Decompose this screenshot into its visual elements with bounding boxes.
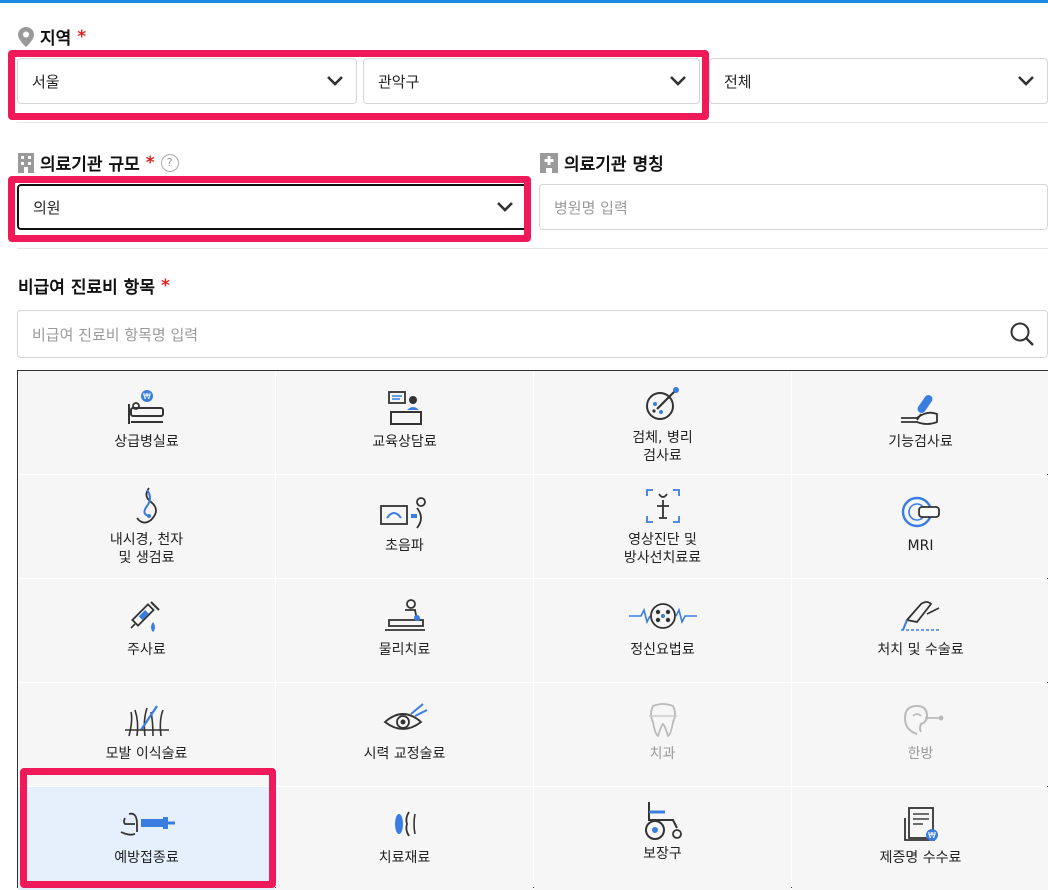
category-hair-transplant[interactable]: 모발 이식술료: [18, 683, 275, 786]
endoscopy-icon: [135, 487, 157, 524]
category-psychotherapy[interactable]: 정신요법료: [534, 579, 791, 682]
category-label: 모발 이식술료: [105, 746, 188, 762]
top-accent-bar: [0, 0, 1048, 3]
city-select-value: 서울: [32, 72, 60, 91]
items-label-text: 비급여 진료비 항목: [18, 278, 155, 298]
tooth-icon: [648, 703, 677, 738]
divider: [17, 122, 1048, 123]
category-label: 교육상담료: [372, 434, 437, 450]
category-counseling[interactable]: 교육상담료: [276, 371, 533, 474]
facility-size-label: 의료기관 규모 * ?: [18, 150, 179, 175]
wheelchair-icon: [644, 802, 682, 840]
region-label-text: 지역: [40, 29, 72, 49]
chevron-down-icon: [670, 76, 686, 86]
ultrasound-icon: [379, 497, 426, 529]
facility-name-label: 의료기관 명칭: [540, 150, 664, 175]
category-label: 정신요법료: [630, 642, 695, 658]
divider: [17, 248, 1048, 249]
category-label: 치료재료: [378, 850, 431, 866]
required-mark: *: [77, 26, 87, 47]
category-surgery[interactable]: 처치 및 수술료: [792, 579, 1048, 682]
category-specimen-test[interactable]: 검체, 병리 검사료: [534, 371, 791, 474]
category-treatment-material[interactable]: 치료재료: [276, 787, 533, 890]
vaccination-icon: [120, 812, 175, 836]
certificate-icon: ₩: [903, 807, 938, 841]
help-icon[interactable]: ?: [160, 153, 179, 172]
item-search-placeholder: 비급여 진료비 항목명 입력: [32, 325, 199, 344]
category-ultrasound[interactable]: 초음파: [276, 475, 533, 578]
category-label: 제증명 수수료: [879, 850, 962, 866]
category-label: MRI: [907, 538, 934, 554]
svg-text:₩: ₩: [928, 831, 936, 840]
chevron-down-icon: [327, 76, 343, 86]
location-pin-icon: [18, 26, 34, 47]
category-assistive-device[interactable]: 보장구: [534, 787, 791, 890]
vision-correction-icon: [383, 703, 427, 730]
imaging-icon: [645, 489, 680, 523]
category-hospital-room[interactable]: ₩ 상급병실료: [18, 371, 275, 474]
category-label: 주사료: [127, 642, 166, 658]
chevron-down-icon: [497, 202, 513, 212]
physical-therapy-icon: [384, 599, 425, 631]
category-mri[interactable]: MRI: [792, 475, 1048, 578]
items-label: 비급여 진료비 항목 *: [18, 273, 170, 299]
surgery-icon: [900, 601, 941, 631]
facility-size-select-value: 의원: [33, 198, 61, 217]
specimen-test-icon: [645, 387, 679, 420]
district-select[interactable]: 관악구: [363, 58, 700, 104]
category-function-test[interactable]: 기능검사료: [792, 371, 1048, 474]
facility-name-label-text: 의료기관 명칭: [564, 155, 664, 175]
treatment-material-icon: [394, 811, 416, 837]
chevron-down-icon: [1018, 76, 1034, 86]
category-oriental-medicine[interactable]: 한방: [792, 683, 1048, 786]
category-physical-therapy[interactable]: 물리치료: [276, 579, 533, 682]
category-grid: ₩ 상급병실료 교육상담료 검체, 병리 검사료 기능검사료 내시경, 천자 및…: [17, 370, 1048, 890]
category-certificate-fee[interactable]: ₩ 제증명 수수료: [792, 787, 1048, 890]
category-label: 검체, 병리 검사료: [632, 430, 693, 464]
region-label: 지역 *: [18, 24, 86, 49]
category-vaccination[interactable]: 예방접종료: [18, 787, 275, 890]
category-label: 한방: [907, 746, 934, 762]
item-search-input[interactable]: 비급여 진료비 항목명 입력: [17, 310, 1048, 358]
category-label: 시력 교정술료: [363, 746, 446, 762]
city-select[interactable]: 서울: [17, 58, 357, 104]
psychotherapy-icon: [628, 603, 697, 629]
category-dental[interactable]: 치과: [534, 683, 791, 786]
facility-name-placeholder: 병원명 입력: [554, 198, 628, 217]
category-injection[interactable]: 주사료: [18, 579, 275, 682]
category-label: 치과: [649, 746, 676, 762]
building-icon: [18, 152, 34, 173]
category-label: 기능검사료: [888, 434, 953, 450]
category-vision-correction[interactable]: 시력 교정술료: [276, 683, 533, 786]
facility-size-label-text: 의료기관 규모: [40, 155, 140, 175]
hospital-bed-icon: ₩: [127, 390, 164, 424]
syringe-icon: [129, 601, 160, 632]
category-label: 영상진단 및 방사선치료료: [623, 532, 702, 566]
category-label: 물리치료: [378, 642, 431, 658]
required-mark: *: [145, 152, 155, 173]
svg-text:₩: ₩: [143, 392, 151, 401]
oriental-medicine-icon: [903, 704, 943, 735]
facility-size-select[interactable]: 의원: [17, 184, 528, 230]
category-label: 예방접종료: [114, 850, 179, 866]
category-label: 초음파: [385, 538, 424, 554]
category-endoscopy[interactable]: 내시경, 천자 및 생검료: [18, 475, 275, 578]
mri-icon: [901, 496, 940, 528]
facility-name-input[interactable]: 병원명 입력: [539, 184, 1048, 230]
hair-transplant-icon: [124, 705, 169, 737]
category-label: 상급병실료: [114, 434, 179, 450]
counseling-icon: [387, 391, 422, 425]
neighborhood-select-value: 전체: [724, 72, 752, 91]
hospital-sign-icon: [540, 152, 558, 173]
category-imaging[interactable]: 영상진단 및 방사선치료료: [534, 475, 791, 578]
district-select-value: 관악구: [378, 72, 420, 91]
category-label: 보장구: [643, 846, 682, 862]
search-icon[interactable]: [1009, 321, 1035, 347]
neighborhood-select[interactable]: 전체: [709, 58, 1048, 104]
category-label: 내시경, 천자 및 생검료: [109, 532, 184, 566]
required-mark: *: [160, 275, 170, 296]
function-test-icon: [900, 395, 938, 425]
category-label: 처치 및 수술료: [877, 642, 964, 658]
